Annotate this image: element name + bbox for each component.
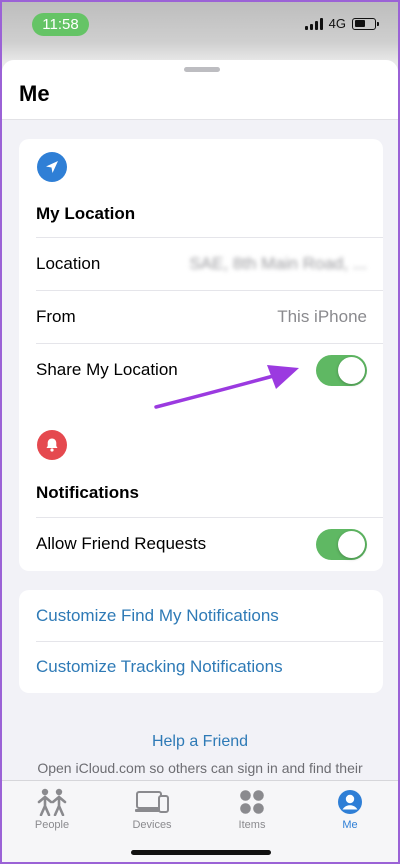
my-location-title: My Location [36,204,136,223]
customize-find-my-notifications-link[interactable]: Customize Find My Notifications [36,590,383,641]
location-arrow-icon [37,152,67,182]
notifications-card: Notifications Allow Friend Requests [19,417,383,571]
share-location-toggle[interactable] [316,354,367,386]
help-a-friend-link[interactable]: Help a Friend [2,733,398,751]
me-sheet: Me My Location Location SAE, 8th Main Ro… [2,60,398,862]
customize-tracking-notifications-link[interactable]: Customize Tracking Notifications [36,641,383,692]
status-time: 11:58 [32,13,89,36]
cellular-signal-icon [304,17,323,30]
from-label: From [36,307,76,326]
network-type: 4G [328,16,346,31]
tab-items-label: Items [238,819,266,831]
bell-icon [37,430,67,460]
tab-people-label: People [34,819,70,831]
me-icon [337,787,363,817]
page-title: Me [19,81,50,106]
battery-icon [352,17,379,30]
tab-people[interactable]: People [2,781,102,841]
notifications-title: Notifications [36,483,139,502]
status-bar: 11:58 4G [2,2,398,52]
allow-friend-requests-row: Allow Friend Requests [36,517,383,570]
items-icon [239,787,265,817]
location-row[interactable]: Location SAE, 8th Main Road, ... [36,237,383,290]
allow-friend-requests-label: Allow Friend Requests [36,534,207,553]
devices-icon [135,787,169,817]
status-indicators: 4G [304,16,379,31]
tab-me[interactable]: Me [300,781,398,841]
tab-bar: People Devices Items Me [2,780,398,862]
tab-items[interactable]: Items [202,781,302,841]
sheet-header: Me [2,60,398,120]
tab-devices[interactable]: Devices [102,781,202,841]
location-label: Location [36,254,101,273]
tab-me-label: Me [342,819,358,831]
home-indicator [131,850,271,855]
sheet-grabber[interactable] [184,67,220,72]
people-icon [35,787,69,817]
phone-screen: 11:58 4G Me My Location Location SAE, 8t… [0,0,400,864]
annotation-arrow-icon [154,365,299,409]
from-value: This iPhone [277,307,367,326]
location-value: SAE, 8th Main Road, ... [189,254,367,273]
notification-links-card: Customize Find My Notifications Customiz… [19,590,383,693]
tab-devices-label: Devices [132,819,172,831]
from-row[interactable]: From This iPhone [36,290,383,343]
help-a-friend-text: Open iCloud.com so others can sign in an… [37,760,363,776]
allow-friend-requests-toggle[interactable] [316,528,367,560]
